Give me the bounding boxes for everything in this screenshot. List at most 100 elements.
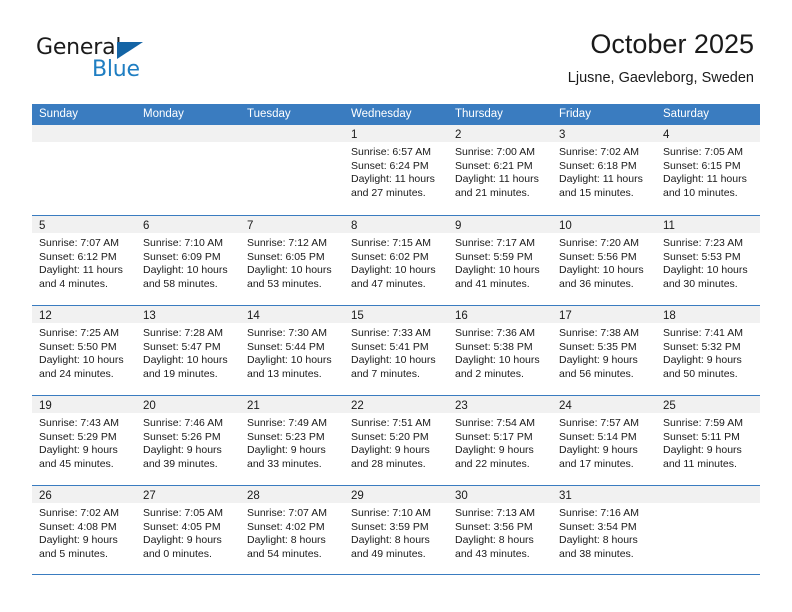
day-detail-line: Daylight: 10 hours bbox=[351, 264, 436, 277]
day-detail-line: Sunrise: 7:02 AM bbox=[39, 507, 119, 519]
calendar-day-cell[interactable]: 20 Sunrise: 7:46 AM Sunset: 5:26 PM Dayligh… bbox=[136, 396, 240, 485]
calendar-day-cell[interactable]: 22 Sunrise: 7:51 AM Sunset: 5:20 PM Dayligh… bbox=[344, 396, 448, 485]
calendar-day-cell[interactable]: 27 Sunrise: 7:05 AM Sunset: 4:05 PM Dayligh… bbox=[136, 486, 240, 574]
day-detail-line: Sunset: 3:59 PM bbox=[351, 520, 429, 533]
day-details: Sunrise: 7:25 AM Sunset: 5:50 PM Daylight:… bbox=[32, 323, 136, 381]
day-detail-line: Sunrise: 7:15 AM bbox=[351, 237, 431, 249]
calendar-day-cell[interactable]: 13 Sunrise: 7:28 AM Sunset: 5:47 PM Dayligh… bbox=[136, 306, 240, 395]
calendar-day-cell[interactable]: 21 Sunrise: 7:49 AM Sunset: 5:23 PM Dayligh… bbox=[240, 396, 344, 485]
day-detail-line: Daylight: 9 hours bbox=[39, 534, 118, 547]
day-detail-line: Daylight: 9 hours bbox=[143, 534, 222, 547]
day-detail-line: Daylight: 9 hours bbox=[247, 444, 326, 457]
day-number-band: 20 bbox=[136, 396, 240, 413]
day-detail-line: and 47 minutes. bbox=[351, 277, 426, 290]
day-detail-line: and 22 minutes. bbox=[455, 457, 530, 470]
day-detail-line: and 50 minutes. bbox=[663, 367, 738, 380]
day-detail-line: Sunrise: 7:12 AM bbox=[247, 237, 327, 249]
general-blue-logo[interactable]: General Blue bbox=[36, 36, 216, 88]
calendar-day-cell[interactable]: 10 Sunrise: 7:20 AM Sunset: 5:56 PM Dayligh… bbox=[552, 216, 656, 305]
day-number-band: 8 bbox=[344, 216, 448, 233]
day-detail-line: Daylight: 10 hours bbox=[455, 354, 540, 367]
day-number-band: 26 bbox=[32, 486, 136, 503]
day-detail-line: and 0 minutes. bbox=[143, 547, 212, 560]
calendar-day-cell[interactable]: 8 Sunrise: 7:15 AM Sunset: 6:02 PM Daylight… bbox=[344, 216, 448, 305]
day-number: 7 bbox=[247, 220, 254, 232]
day-detail-line: Sunset: 5:44 PM bbox=[247, 340, 325, 353]
day-detail-line: Sunset: 5:32 PM bbox=[663, 340, 741, 353]
page-header: General Blue October 2025 Ljusne, Gaevle… bbox=[0, 0, 792, 104]
day-detail-line: and 10 minutes. bbox=[663, 186, 738, 199]
calendar-day-cell[interactable]: 5 Sunrise: 7:07 AM Sunset: 6:12 PM Daylight… bbox=[32, 216, 136, 305]
day-detail-line: Sunset: 5:35 PM bbox=[559, 340, 637, 353]
day-detail-line: Sunrise: 7:41 AM bbox=[663, 327, 743, 339]
day-detail-line: Sunrise: 7:17 AM bbox=[455, 237, 535, 249]
day-detail-line: Daylight: 10 hours bbox=[351, 354, 436, 367]
day-detail-line: Sunrise: 7:07 AM bbox=[39, 237, 119, 249]
calendar-day-cell[interactable]: 15 Sunrise: 7:33 AM Sunset: 5:41 PM Dayligh… bbox=[344, 306, 448, 395]
day-detail-line: Sunrise: 7:05 AM bbox=[663, 146, 743, 158]
calendar-day-cell[interactable]: 26 Sunrise: 7:02 AM Sunset: 4:08 PM Dayligh… bbox=[32, 486, 136, 574]
day-details: Sunrise: 7:10 AM Sunset: 3:59 PM Daylight:… bbox=[344, 503, 448, 561]
day-detail-line: Sunset: 4:05 PM bbox=[143, 520, 221, 533]
day-number-band: 2 bbox=[448, 125, 552, 142]
day-number: 30 bbox=[455, 490, 468, 502]
calendar-day-cell[interactable]: 30 Sunrise: 7:13 AM Sunset: 3:56 PM Dayligh… bbox=[448, 486, 552, 574]
calendar-day-cell[interactable]: 7 Sunrise: 7:12 AM Sunset: 6:05 PM Daylight… bbox=[240, 216, 344, 305]
day-detail-line: Daylight: 9 hours bbox=[455, 444, 534, 457]
day-details: Sunrise: 7:00 AM Sunset: 6:21 PM Daylight:… bbox=[448, 142, 552, 200]
day-detail-line: Sunset: 5:56 PM bbox=[559, 250, 637, 263]
day-number-band: 21 bbox=[240, 396, 344, 413]
day-detail-line: Sunrise: 7:16 AM bbox=[559, 507, 639, 519]
weekday-header-row: Sunday Monday Tuesday Wednesday Thursday Frid… bbox=[32, 104, 760, 125]
calendar-day-cell[interactable]: 2 Sunrise: 7:00 AM Sunset: 6:21 PM Daylight… bbox=[448, 125, 552, 215]
calendar-day-cell[interactable]: 24 Sunrise: 7:57 AM Sunset: 5:14 PM Dayligh… bbox=[552, 396, 656, 485]
calendar-day-cell[interactable]: 16 Sunrise: 7:36 AM Sunset: 5:38 PM Dayligh… bbox=[448, 306, 552, 395]
calendar-day-cell[interactable]: 11 Sunrise: 7:23 AM Sunset: 5:53 PM Dayligh… bbox=[656, 216, 760, 305]
day-detail-line: Daylight: 11 hours bbox=[455, 173, 539, 186]
day-detail-line: and 17 minutes. bbox=[559, 457, 634, 470]
day-number-band: 1 bbox=[344, 125, 448, 142]
calendar-week-row: 12 Sunrise: 7:25 AM Sunset: 5:50 PM Dayligh… bbox=[32, 305, 760, 395]
day-details: Sunrise: 7:33 AM Sunset: 5:41 PM Daylight:… bbox=[344, 323, 448, 381]
day-detail-line: and 27 minutes. bbox=[351, 186, 426, 199]
calendar-day-cell[interactable]: 18 Sunrise: 7:41 AM Sunset: 5:32 PM Dayligh… bbox=[656, 306, 760, 395]
day-details: Sunrise: 7:20 AM Sunset: 5:56 PM Daylight:… bbox=[552, 233, 656, 291]
calendar-day-cell[interactable]: 19 Sunrise: 7:43 AM Sunset: 5:29 PM Dayligh… bbox=[32, 396, 136, 485]
calendar-day-cell[interactable]: 6 Sunrise: 7:10 AM Sunset: 6:09 PM Daylight… bbox=[136, 216, 240, 305]
day-details bbox=[656, 503, 760, 507]
calendar-day-cell[interactable]: 9 Sunrise: 7:17 AM Sunset: 5:59 PM Daylight… bbox=[448, 216, 552, 305]
day-detail-line: Sunrise: 7:46 AM bbox=[143, 417, 223, 429]
calendar-day-cell[interactable]: 29 Sunrise: 7:10 AM Sunset: 3:59 PM Dayligh… bbox=[344, 486, 448, 574]
calendar-day-cell[interactable]: 3 Sunrise: 7:02 AM Sunset: 6:18 PM Daylight… bbox=[552, 125, 656, 215]
day-detail-line: Sunset: 5:17 PM bbox=[455, 430, 533, 443]
calendar-weeks: 1 Sunrise: 6:57 AM Sunset: 6:24 PM Daylight… bbox=[32, 125, 760, 575]
day-detail-line: Sunrise: 7:38 AM bbox=[559, 327, 639, 339]
weekday-header-tuesday: Tuesday bbox=[247, 108, 291, 120]
day-number: 27 bbox=[143, 490, 156, 502]
day-detail-line: Sunrise: 7:10 AM bbox=[351, 507, 431, 519]
day-detail-line: Sunset: 6:12 PM bbox=[39, 250, 117, 263]
day-number: 6 bbox=[143, 220, 150, 232]
calendar-day-cell[interactable]: 17 Sunrise: 7:38 AM Sunset: 5:35 PM Dayligh… bbox=[552, 306, 656, 395]
calendar-day-cell[interactable]: 31 Sunrise: 7:16 AM Sunset: 3:54 PM Dayligh… bbox=[552, 486, 656, 574]
calendar-day-cell[interactable]: 4 Sunrise: 7:05 AM Sunset: 6:15 PM Daylight… bbox=[656, 125, 760, 215]
day-number-band: 3 bbox=[552, 125, 656, 142]
day-details: Sunrise: 7:41 AM Sunset: 5:32 PM Daylight:… bbox=[656, 323, 760, 381]
day-details: Sunrise: 7:02 AM Sunset: 6:18 PM Daylight:… bbox=[552, 142, 656, 200]
calendar-cell-empty bbox=[136, 125, 240, 215]
day-number-band: 27 bbox=[136, 486, 240, 503]
day-detail-line: Sunrise: 7:57 AM bbox=[559, 417, 639, 429]
day-number: 3 bbox=[559, 129, 566, 141]
day-detail-line: Sunset: 6:24 PM bbox=[351, 159, 429, 172]
calendar-day-cell[interactable]: 14 Sunrise: 7:30 AM Sunset: 5:44 PM Dayligh… bbox=[240, 306, 344, 395]
calendar-day-cell[interactable]: 1 Sunrise: 6:57 AM Sunset: 6:24 PM Daylight… bbox=[344, 125, 448, 215]
day-detail-line: Sunset: 5:38 PM bbox=[455, 340, 533, 353]
calendar-day-cell[interactable]: 28 Sunrise: 7:07 AM Sunset: 4:02 PM Dayligh… bbox=[240, 486, 344, 574]
day-number: 9 bbox=[455, 220, 462, 232]
day-number: 18 bbox=[663, 310, 676, 322]
calendar-day-cell[interactable]: 23 Sunrise: 7:54 AM Sunset: 5:17 PM Dayligh… bbox=[448, 396, 552, 485]
calendar-day-cell[interactable]: 25 Sunrise: 7:59 AM Sunset: 5:11 PM Dayligh… bbox=[656, 396, 760, 485]
calendar-day-cell[interactable]: 12 Sunrise: 7:25 AM Sunset: 5:50 PM Dayligh… bbox=[32, 306, 136, 395]
day-number-band: 30 bbox=[448, 486, 552, 503]
day-detail-line: and 33 minutes. bbox=[247, 457, 322, 470]
